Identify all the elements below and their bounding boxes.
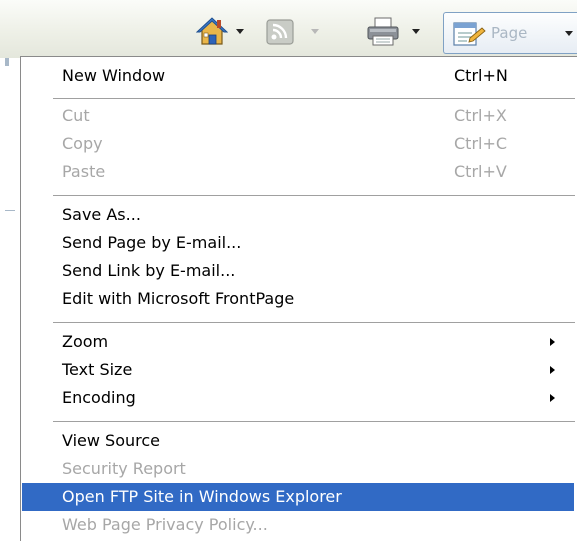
menu-item-privacy-policy: Web Page Privacy Policy... bbox=[21, 511, 577, 539]
menu-separator bbox=[53, 98, 575, 99]
printer-icon bbox=[366, 16, 399, 48]
home-dropdown-arrow[interactable] bbox=[236, 29, 244, 34]
menu-item-label: Paste bbox=[62, 162, 106, 181]
submenu-arrow-icon bbox=[550, 394, 555, 402]
page-menu-button[interactable]: Page bbox=[443, 12, 577, 54]
page-icon bbox=[452, 20, 486, 48]
menu-item-label: Security Report bbox=[62, 459, 186, 478]
menu-item-shortcut: Ctrl+X bbox=[454, 106, 507, 125]
menu-item-send-link-by-email[interactable]: Send Link by E-mail... bbox=[21, 257, 577, 285]
menu-item-save-as[interactable]: Save As... bbox=[21, 201, 577, 229]
menu-item-edit-with-frontpage[interactable]: Edit with Microsoft FrontPage bbox=[21, 285, 577, 313]
menu-item-label: Edit with Microsoft FrontPage bbox=[62, 289, 295, 308]
menu-item-label: Zoom bbox=[62, 332, 109, 351]
scroll-marker bbox=[5, 58, 9, 66]
menu-item-open-ftp-site[interactable]: Open FTP Site in Windows Explorer bbox=[22, 483, 574, 511]
page-menu-label: Page bbox=[491, 24, 528, 42]
submenu-arrow-icon bbox=[550, 366, 555, 374]
submenu-arrow-icon bbox=[550, 338, 555, 346]
menu-separator bbox=[53, 195, 575, 196]
menu-item-cut: Cut Ctrl+X bbox=[21, 102, 577, 130]
menu-item-copy: Copy Ctrl+C bbox=[21, 130, 577, 158]
menu-item-label: Text Size bbox=[62, 360, 133, 379]
feeds-dropdown-arrow bbox=[311, 29, 319, 34]
menu-item-label: Save As... bbox=[62, 205, 141, 224]
menu-item-label: View Source bbox=[62, 431, 161, 450]
home-icon bbox=[195, 16, 229, 48]
page-dropdown-arrow[interactable] bbox=[565, 31, 573, 36]
command-bar: Page bbox=[0, 0, 577, 58]
menu-item-paste: Paste Ctrl+V bbox=[21, 158, 577, 186]
feeds-button[interactable] bbox=[265, 16, 321, 48]
menu-item-label: Encoding bbox=[62, 388, 136, 407]
menu-item-shortcut: Ctrl+V bbox=[454, 162, 507, 181]
menu-item-security-report: Security Report bbox=[21, 455, 577, 483]
menu-item-text-size[interactable]: Text Size bbox=[21, 356, 577, 384]
home-button[interactable] bbox=[195, 16, 248, 48]
print-button[interactable] bbox=[366, 16, 422, 48]
menu-item-label: Cut bbox=[62, 106, 90, 125]
menu-item-encoding[interactable]: Encoding bbox=[21, 384, 577, 412]
menu-item-label: Send Link by E-mail... bbox=[62, 261, 236, 280]
page-dropdown-menu: New Window Ctrl+N Cut Ctrl+X Copy Ctrl+C… bbox=[20, 56, 577, 541]
frame-divider bbox=[5, 210, 15, 211]
print-dropdown-arrow[interactable] bbox=[412, 29, 420, 34]
menu-separator bbox=[53, 322, 575, 323]
menu-item-view-source[interactable]: View Source bbox=[21, 427, 577, 455]
menu-item-zoom[interactable]: Zoom bbox=[21, 328, 577, 356]
menu-separator bbox=[53, 421, 575, 422]
menu-item-label: Send Page by E-mail... bbox=[62, 233, 242, 252]
menu-item-label: Copy bbox=[62, 134, 103, 153]
menu-item-label: New Window bbox=[62, 66, 166, 85]
menu-item-label: Web Page Privacy Policy... bbox=[62, 515, 268, 534]
browser-content-edge bbox=[0, 58, 20, 541]
menu-item-send-page-by-email[interactable]: Send Page by E-mail... bbox=[21, 229, 577, 257]
menu-item-shortcut: Ctrl+C bbox=[454, 134, 508, 153]
menu-item-new-window[interactable]: New Window Ctrl+N bbox=[21, 62, 577, 90]
menu-item-shortcut: Ctrl+N bbox=[454, 66, 508, 85]
rss-feed-icon bbox=[265, 18, 297, 50]
menu-item-label: Open FTP Site in Windows Explorer bbox=[62, 487, 342, 506]
